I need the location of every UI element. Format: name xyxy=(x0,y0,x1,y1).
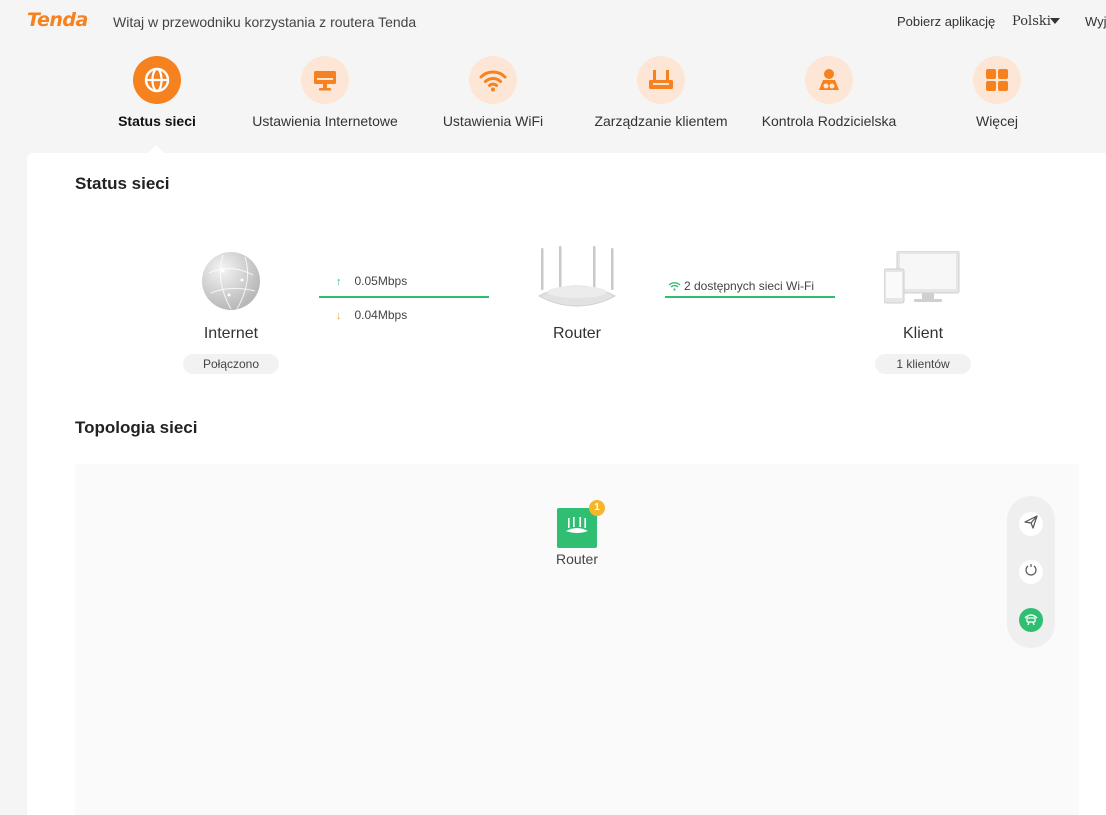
tenda-logo[interactable]: Tenda xyxy=(27,9,88,31)
globe-icon xyxy=(133,56,181,104)
grid-icon xyxy=(973,56,1021,104)
send-icon xyxy=(1024,514,1038,534)
internet-globe-icon xyxy=(201,251,261,311)
router-label: Router xyxy=(552,325,602,342)
welcome-text: Witaj w przewodniku korzystania z router… xyxy=(113,14,417,30)
nav-label: Ustawienia Internetowe xyxy=(252,113,398,129)
language-select[interactable]: Polski xyxy=(1012,14,1051,29)
topology-canvas: 1 Router xyxy=(75,464,1079,815)
topology-node-badge: 1 xyxy=(589,500,605,516)
arrow-up-icon: ↑ xyxy=(336,276,342,288)
wifi-icon xyxy=(469,56,517,104)
nav-ustawienia-internetowe[interactable]: Ustawienia Internetowe xyxy=(241,56,409,136)
mesh-icon xyxy=(1023,610,1039,631)
nav-kontrola-rodzicielska[interactable]: Kontrola Rodzicielska xyxy=(745,56,913,136)
wifi-networks-info: 2 dostępnych sieci Wi-Fi xyxy=(668,279,814,294)
refresh-button[interactable] xyxy=(1019,560,1043,584)
topology-view-button[interactable] xyxy=(1019,608,1043,632)
status-section-title: Status sieci xyxy=(75,174,170,193)
nav-label: Kontrola Rodzicielska xyxy=(761,113,897,129)
topology-section-title: Topologia sieci xyxy=(75,418,198,437)
arrow-down-icon: ↓ xyxy=(336,310,342,322)
wifi-link-line xyxy=(665,296,835,298)
monitor-icon xyxy=(301,56,349,104)
internet-status-badge: Połączono xyxy=(183,354,279,374)
nav-label: Status sieci xyxy=(118,113,196,129)
wan-link-line xyxy=(319,296,489,298)
client-devices-icon xyxy=(883,250,962,305)
top-header: Tenda Witaj w przewodniku korzystania z … xyxy=(0,0,1106,44)
nav-wiecej[interactable]: Więcej xyxy=(913,56,1081,136)
send-button[interactable] xyxy=(1019,512,1043,536)
nav-label: Zarządzanie klientem xyxy=(594,113,728,129)
nav-label: Ustawienia WiFi xyxy=(442,113,544,129)
logout-link[interactable]: Wyj xyxy=(1085,14,1106,29)
chevron-down-icon[interactable] xyxy=(1050,18,1060,24)
topology-node-label: Router xyxy=(555,551,599,567)
client-label: Klient xyxy=(902,325,944,342)
upload-speed: ↑ 0.05Mbps xyxy=(336,274,408,288)
topology-toolbar xyxy=(1007,496,1055,648)
nav-ustawienia-wifi[interactable]: Ustawienia WiFi xyxy=(409,56,577,136)
router-icon xyxy=(565,516,589,540)
nav-label: Więcej xyxy=(975,113,1018,129)
parental-icon xyxy=(805,56,853,104)
nav-status-sieci[interactable]: Status sieci xyxy=(73,56,241,136)
internet-label: Internet xyxy=(203,325,259,342)
nav-zarzadzanie-klientem[interactable]: Zarządzanie klientem xyxy=(577,56,745,136)
refresh-icon xyxy=(1024,563,1038,582)
router-device-icon xyxy=(537,246,617,310)
client-count-badge[interactable]: 1 klientów xyxy=(875,354,971,374)
download-app-link[interactable]: Pobierz aplikację xyxy=(897,14,995,29)
main-card: Status sieci Internet Połączono ↑ 0.05Mbp… xyxy=(27,153,1106,815)
router-icon xyxy=(637,56,685,104)
wifi-icon xyxy=(668,280,681,294)
download-speed: ↓ 0.04Mbps xyxy=(336,308,408,322)
